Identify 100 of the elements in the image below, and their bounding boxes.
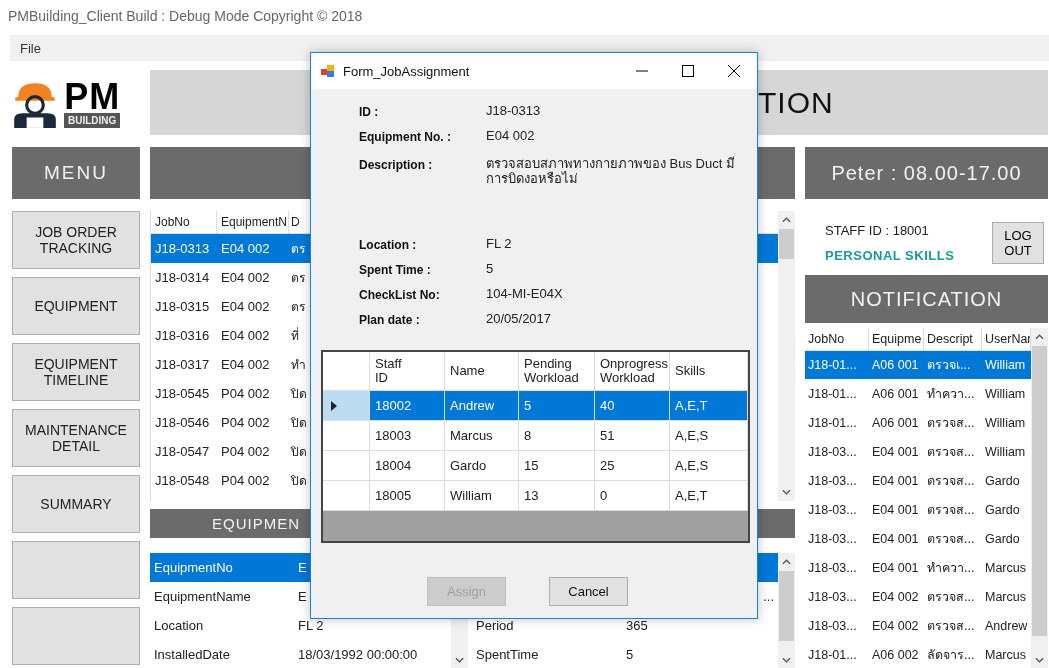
table-cell-text: J18-03... [807, 560, 858, 575]
menu-button[interactable]: SUMMARY [12, 475, 140, 533]
table-cell-text: J18-0546 [154, 415, 211, 430]
scrollbar[interactable] [778, 211, 795, 501]
column-header[interactable]: Onprogress Workload [595, 352, 670, 390]
menu-item[interactable]: File [10, 40, 51, 56]
table-cell: 18003 [370, 421, 445, 450]
menu-button[interactable]: EQUIPMENT TIMELINE [12, 343, 140, 401]
field-value: 104-MI-E04X [486, 286, 564, 301]
table-row[interactable]: J18-01... A06 001 ทำควา... William [805, 379, 1031, 408]
table-cell-text: E04 002 [220, 299, 271, 314]
table-cell: Marcus [445, 421, 519, 450]
menu-button[interactable]: MAINTENANCE DETAIL [12, 409, 140, 467]
table-row[interactable]: J18-03... E04 001 ทำควา... Marcus [805, 553, 1031, 582]
table-cell-text: E04 001 [871, 531, 920, 546]
table-cell-text: A06 001 [871, 386, 920, 401]
column-header[interactable]: Descript [924, 327, 982, 351]
table-cell-text: J18-0545 [154, 386, 211, 401]
property-value: 5 [626, 647, 634, 662]
property-value: 365 [626, 618, 648, 633]
table-cell-text: ตรวจส... [926, 472, 976, 490]
field-value: ตรวจสอบสภาพทางกายภาพของ Bus Duct มีการบิดงอหรือไม่ [486, 156, 736, 188]
field-value: E04 002 [486, 128, 536, 143]
table-cell-text: Andrew [984, 618, 1029, 633]
property-row[interactable]: SpentTime 5 [468, 640, 778, 668]
table-cell-text: ปิด [289, 444, 307, 461]
table-cell-text: A06 001 [871, 415, 920, 430]
table-cell-text: ทำ [290, 357, 306, 374]
column-header[interactable]: JobNo [805, 327, 869, 351]
table-row[interactable]: J18-03... E04 002 ตรวจส... Marcus [805, 582, 1031, 611]
table-cell-text: Marcus [984, 647, 1027, 662]
table-cell: 15 [519, 451, 595, 480]
table-row[interactable]: J18-03... E04 001 ตรวจส... Gardo [805, 495, 1031, 524]
table-row[interactable]: 18002 Andrew 5 40 A,E,T [323, 391, 748, 421]
table-row[interactable]: J18-01... A06 001 ตรวจเ... William [805, 350, 1031, 379]
scrollbar[interactable] [778, 553, 795, 668]
table-cell-text: P04 002 [220, 473, 271, 488]
table-cell: 18005 [370, 481, 445, 510]
table-cell-text: J18-01... [807, 357, 858, 372]
table-row[interactable]: J18-03... E04 001 ตรวจส... Gardo [805, 524, 1031, 553]
field-value: J18-0313 [486, 103, 542, 118]
column-header[interactable]: Pending Workload [519, 352, 595, 390]
table-cell: A,E,T [670, 391, 748, 420]
table-cell-text: J18-03... [807, 473, 858, 488]
dialog-title: Form_JobAssignment [343, 63, 471, 79]
property-name: Period [475, 618, 515, 633]
table-row[interactable]: 18003 Marcus 8 51 A,E,S [323, 421, 748, 451]
table-row[interactable]: J18-01... A06 002 ลัดจาร... Marcus [805, 640, 1031, 668]
table-cell-text: E04 001 [871, 502, 920, 517]
table-cell: A,E,S [670, 421, 748, 450]
table-cell-text: ตรวจเ... [926, 356, 972, 374]
table-cell-text: ตรวจส... [926, 617, 976, 635]
table-cell-text: J18-0315 [154, 299, 211, 314]
menu-button[interactable]: JOB ORDER TRACKING [12, 211, 140, 269]
column-header[interactable]: JobNo [151, 211, 217, 233]
table-cell-text: ลัดจาร... [926, 646, 976, 664]
column-header[interactable]: EquipmentN [217, 211, 289, 233]
scrollbar-thumb[interactable] [1032, 346, 1047, 636]
table-cell-text: ตรวจส... [926, 530, 976, 548]
table-row[interactable]: J18-03... E04 001 ตรวจส... Gardo [805, 466, 1031, 495]
menu-button[interactable]: EQUIPMENT [12, 277, 140, 335]
table-cell-text: ตรวจส... [926, 443, 976, 461]
table-row[interactable]: J18-03... E04 001 ตรวจส... William [805, 437, 1031, 466]
column-header[interactable]: D [289, 211, 300, 233]
table-cell-text: J18-03... [807, 589, 858, 604]
field-label: Equipment No. : [359, 129, 452, 144]
table-cell-text: ปิด [289, 386, 307, 403]
scrollbar-thumb[interactable] [779, 571, 794, 641]
table-cell-text: E04 002 [220, 328, 271, 343]
close-icon[interactable] [728, 65, 740, 77]
table-cell-text: E04 002 [871, 589, 920, 604]
page-title: TION [758, 85, 834, 120]
table-cell-text: P04 002 [220, 415, 271, 430]
logout-button[interactable]: LOG OUT [992, 222, 1044, 264]
table-cell-text: J18-01... [807, 647, 858, 662]
table-cell: 25 [595, 451, 670, 480]
table-cell-text: P04 002 [220, 386, 271, 401]
property-row[interactable]: InstalledDate 18/03/1992 00:00:00 [150, 640, 451, 668]
table-cell: 40 [595, 391, 670, 420]
table-row[interactable]: 18004 Gardo 15 25 A,E,S [323, 451, 748, 481]
dialog-button[interactable]: Cancel [549, 577, 628, 606]
table-cell-text: Gardo [984, 531, 1021, 546]
scrollbar[interactable] [1031, 328, 1048, 668]
property-value: E [298, 589, 307, 604]
column-header[interactable]: Staff ID [370, 352, 445, 390]
column-header[interactable]: Skills [670, 352, 748, 390]
property-value: FL 2 [298, 618, 324, 633]
maximize-icon[interactable] [682, 65, 694, 77]
table-cell: 13 [519, 481, 595, 510]
table-cell-text: J18-0548 [154, 473, 211, 488]
table-row[interactable]: J18-01... A06 001 ตรวจส... William [805, 408, 1031, 437]
column-header[interactable]: Equipme [869, 327, 924, 351]
table-cell: 5 [519, 391, 595, 420]
table-cell: Andrew [445, 391, 519, 420]
table-row[interactable]: J18-03... E04 002 ตรวจส... Andrew [805, 611, 1031, 640]
column-header[interactable]: Name [445, 352, 519, 390]
logo-text: PM [64, 81, 121, 113]
scrollbar-thumb[interactable] [779, 229, 794, 259]
menu-title: MENU [12, 147, 140, 199]
table-cell-text: ตร [290, 241, 305, 258]
